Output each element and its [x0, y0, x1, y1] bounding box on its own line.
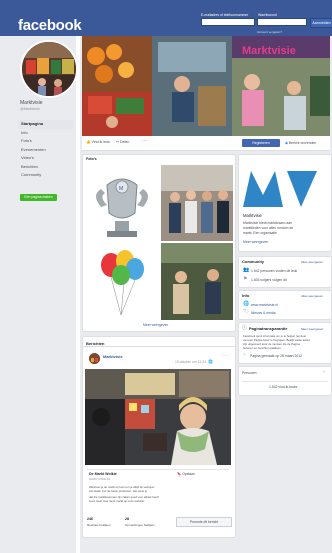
- info-website-link[interactable]: www.marktvisie.nl: [251, 303, 278, 307]
- transparency-title: Paginatransparantie: [249, 326, 288, 331]
- about-description-2: marktlieden voor alles rondom de: [243, 226, 294, 230]
- photos-grid[interactable]: M: [85, 165, 233, 320]
- sidebar-item-info[interactable]: Info: [18, 129, 74, 138]
- sidebar-nav: Startpagina Info Foto's Evenementen Vide…: [18, 120, 74, 180]
- transparency-created: Pagina gemaakt op 28 maart 2012: [250, 354, 303, 358]
- thumbs-up-icon: 👍: [86, 140, 91, 144]
- messenger-icon: ◉: [285, 141, 288, 145]
- share-label: Delen: [120, 140, 130, 144]
- people-title: Personen: [242, 371, 257, 375]
- create-page-button[interactable]: Een pagina maken: [20, 194, 57, 201]
- login-button[interactable]: Aanmelden: [310, 18, 332, 28]
- sidebar-item-community[interactable]: Community: [18, 171, 74, 180]
- market-collage-image: Marktvisie: [82, 36, 330, 136]
- post-author-avatar[interactable]: [89, 353, 100, 364]
- sidebar-item-home[interactable]: Startpagina: [18, 120, 74, 129]
- facebook-logo[interactable]: facebook: [18, 17, 82, 34]
- message-label: Bericht verzenden: [288, 141, 317, 145]
- photos-card: Foto's M Meer weergeven: [82, 154, 236, 332]
- post-card: Marktvisie 15 oktober om 12:23 🌐 ··· De …: [82, 346, 236, 538]
- comments-link[interactable]: Opmerkingen bekijken: [125, 523, 155, 527]
- top-bar: facebook E-mailadres of telefoonnummer W…: [0, 0, 332, 36]
- photos-more-link[interactable]: Meer weergeven: [143, 323, 168, 327]
- save-post-button[interactable]: 🔖 Opslaan: [177, 472, 195, 476]
- page-action-bar: 👍 Vind ik leuk ↪ Delen ··· Registreren ◉…: [82, 136, 330, 151]
- content-frame-edge: [76, 36, 80, 553]
- info-title: Info: [242, 293, 250, 298]
- bookmark-icon: 🔖: [177, 472, 182, 476]
- avatar-image: [89, 355, 100, 364]
- people-card: Personen › 1.542 vind-ik-leuks: [238, 366, 332, 396]
- share-page-button[interactable]: ↪ Delen: [116, 140, 129, 144]
- send-message-button[interactable]: ◉ Bericht verzenden: [285, 139, 329, 147]
- cover-photo[interactable]: Marktvisie: [82, 36, 330, 136]
- svg-text:Marktvisie: Marktvisie: [242, 45, 296, 57]
- info-circle-icon: ⓘ: [242, 325, 248, 331]
- info-card: Info Alles weergeven 🌐 www.marktvisie.nl…: [238, 290, 332, 320]
- community-follows: 1.603 volgers volgen dit: [251, 278, 287, 282]
- follow-icon: ⚑: [243, 276, 248, 282]
- reactions-link[interactable]: Reacties bekijken: [87, 523, 111, 527]
- email-label: E-mailadres of telefoonnummer: [201, 13, 249, 17]
- people-likes: 1.542 vind-ik-leuks: [269, 385, 298, 389]
- sidebar-item-photos[interactable]: Foto's: [18, 137, 74, 146]
- post-photo[interactable]: [85, 369, 231, 465]
- post-author-name[interactable]: Marktvisie: [103, 354, 123, 359]
- like-page-button[interactable]: 👍 Vind ik leuk: [86, 140, 110, 144]
- post-more-button[interactable]: ···: [223, 353, 228, 359]
- community-title: Community: [242, 259, 264, 264]
- email-field[interactable]: [201, 18, 255, 26]
- photos-title: Foto's: [86, 157, 97, 161]
- about-name: Marktvisie: [243, 213, 262, 218]
- comments-count: 28: [125, 517, 129, 521]
- transparency-card: ⓘ Paginatransparantie Meer weergeven Fac…: [238, 322, 332, 364]
- password-label: Wachtwoord: [258, 13, 277, 17]
- page-handle: @Marktvisie: [20, 107, 40, 111]
- info-see-all-link[interactable]: Alles weergeven: [301, 294, 323, 298]
- globe-icon: 🌐: [243, 301, 250, 307]
- like-label: Vind ik leuk: [91, 140, 110, 144]
- tag-icon: 🏷: [243, 309, 250, 315]
- sidebar-item-videos[interactable]: Video's: [18, 154, 74, 163]
- page-name: Marktvisie: [20, 100, 43, 106]
- post-body-line-4: Lees meer over deze markt op onze websit…: [89, 499, 145, 503]
- sidebar-item-posts[interactable]: Berichten: [18, 163, 74, 172]
- about-more-link[interactable]: Meer weergeven: [243, 240, 268, 244]
- forgot-account-link[interactable]: Account vergeten?: [257, 30, 282, 34]
- sidebar-item-events[interactable]: Evenementen: [18, 146, 74, 155]
- community-card: Community Alles weergeven 👥 1.542 person…: [238, 256, 332, 288]
- link-preview-title[interactable]: De Markt Wolkie: [89, 472, 117, 476]
- register-button[interactable]: Registreren: [242, 139, 280, 147]
- share-arrow-icon: ↪: [116, 140, 120, 144]
- info-category-link[interactable]: Nieuws & media: [251, 311, 276, 315]
- community-see-all-link[interactable]: Alles weergeven: [301, 260, 323, 264]
- chevron-right-icon[interactable]: ›: [323, 369, 325, 375]
- community-likes: 1.542 personen vinden dit leuk: [251, 269, 298, 273]
- promote-post-button[interactable]: Promote dit bericht: [176, 517, 232, 527]
- link-preview-subtitle: MARKTVISIE.NL: [89, 477, 111, 481]
- save-label: Opslaan: [182, 472, 195, 476]
- about-description-1: Marktvisie biedt marktkraam aan: [243, 221, 292, 225]
- marktvisie-logo[interactable]: [241, 167, 329, 211]
- post-body-line-2: ziet staan met de beste producten, dan w…: [89, 489, 147, 493]
- transparency-line-4: beheren en berichten plaatsen.: [243, 346, 282, 350]
- flag-icon: ⚐: [243, 352, 247, 357]
- people-icon: 👥: [243, 267, 250, 273]
- profile-avatar[interactable]: [20, 40, 78, 98]
- reactions-count: 246: [87, 517, 93, 521]
- transparency-see-all-link[interactable]: Meer weergeven: [301, 327, 323, 331]
- post-timestamp[interactable]: 15 oktober om 12:23: [175, 360, 206, 364]
- svg-text:M: M: [119, 186, 123, 192]
- more-options-button[interactable]: ···: [142, 138, 147, 144]
- password-field[interactable]: [257, 18, 307, 26]
- globe-icon: 🌐: [208, 359, 213, 364]
- about-card: Marktvisie Marktvisie biedt marktkraam a…: [238, 154, 332, 252]
- market-scene-image: [22, 42, 76, 96]
- about-description-3: markt. Een organisatie: [243, 231, 277, 235]
